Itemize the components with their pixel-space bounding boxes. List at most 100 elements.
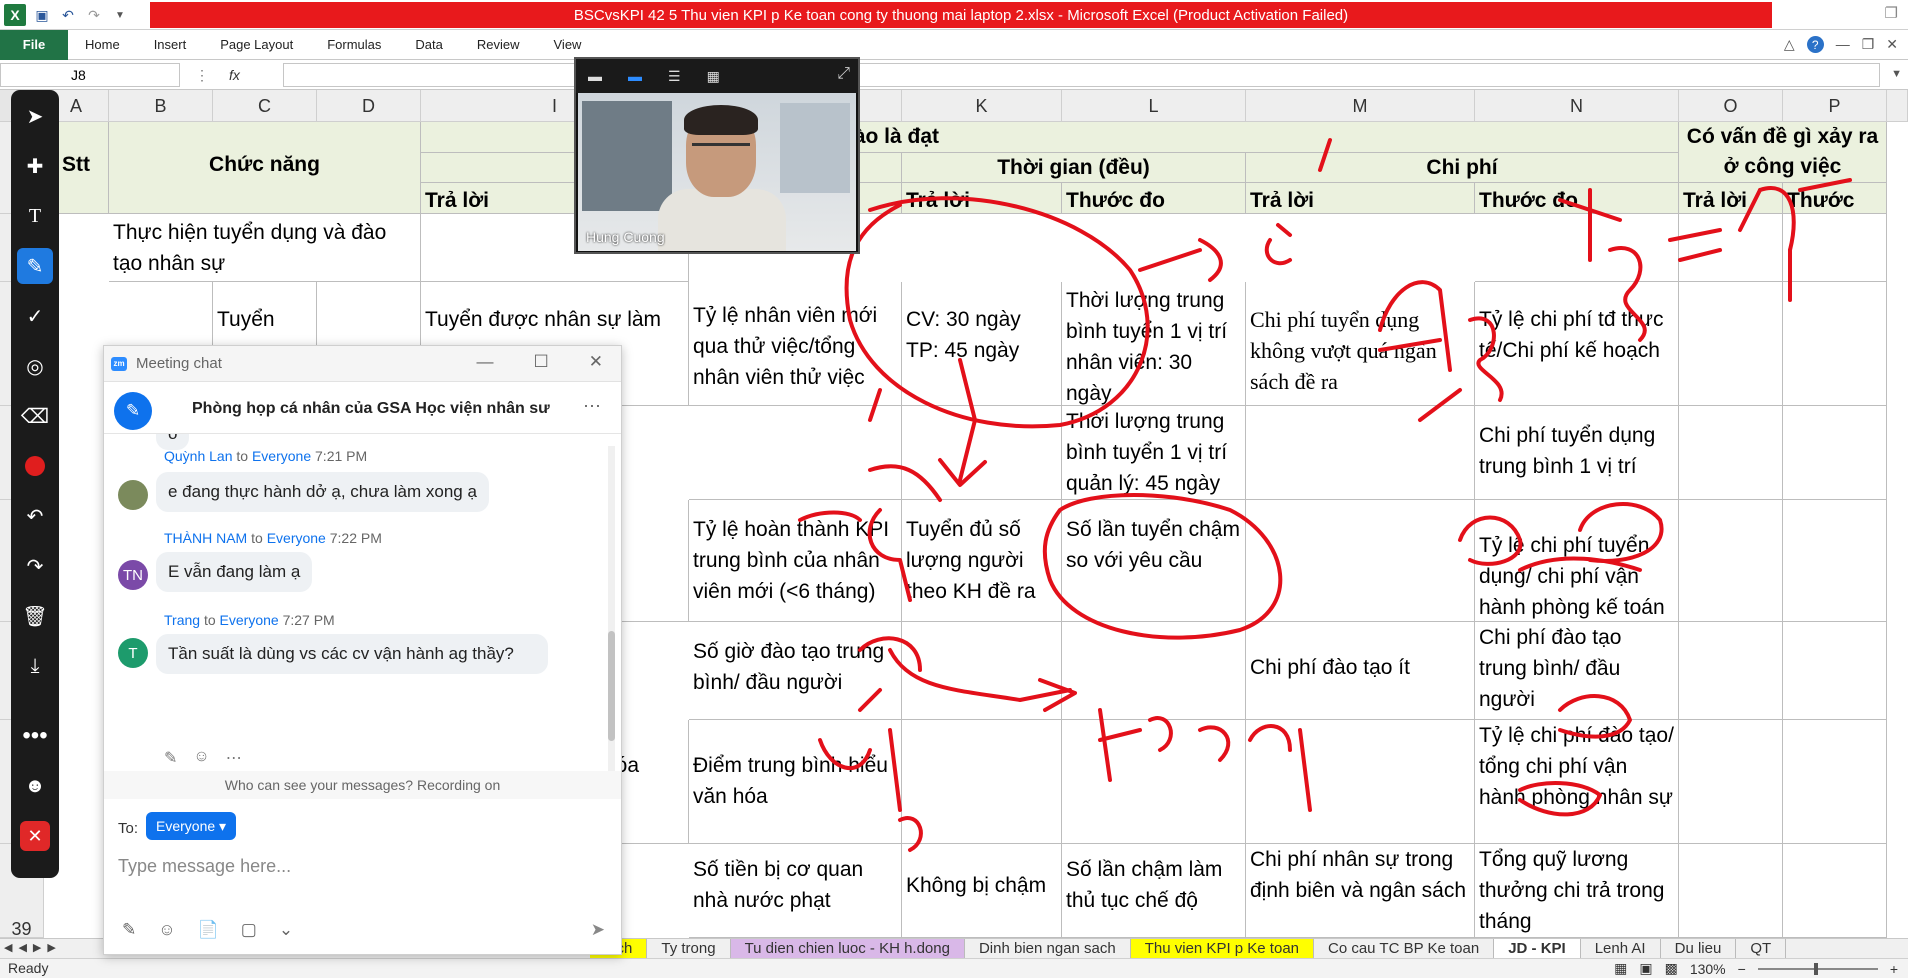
expand-formula-bar-icon[interactable]: ▼ bbox=[1891, 68, 1902, 80]
format-text-icon[interactable]: ✎ bbox=[122, 920, 136, 940]
room-more-icon[interactable]: ⋯ bbox=[583, 396, 601, 417]
page-layout-view-icon[interactable]: ▣ bbox=[1639, 960, 1652, 977]
cell-m-chi-phi-nhan-su[interactable]: Chi phí nhân sự trong định biên và ngân … bbox=[1246, 844, 1475, 938]
avatar[interactable]: TN bbox=[118, 560, 148, 590]
cell-l-so-lan-cham[interactable]: Số lần tuyển chậm so với yêu cầu bbox=[1062, 500, 1246, 622]
column-header-overflow[interactable] bbox=[1887, 90, 1908, 122]
column-header-l[interactable]: L bbox=[1062, 90, 1246, 122]
more-actions-icon[interactable]: ⋯ bbox=[226, 748, 242, 768]
tab-file[interactable]: File bbox=[0, 29, 68, 60]
cell[interactable] bbox=[1679, 844, 1783, 938]
minimize-video-icon[interactable]: ▬ bbox=[588, 68, 602, 84]
cell[interactable] bbox=[1783, 720, 1887, 844]
cell-j-so-gio-dao-tao[interactable]: Số giờ đào tạo trung bình/ đầu người bbox=[689, 622, 902, 720]
cell-thoi-gian-header[interactable]: Thời gian (đều) bbox=[902, 153, 1246, 183]
send-icon[interactable]: ➤ bbox=[591, 920, 605, 940]
redo-annotation-icon[interactable]: ↷ bbox=[17, 548, 53, 584]
file-icon[interactable]: 📄 bbox=[198, 920, 219, 940]
sheet-tab-ty-trong[interactable]: Ty trong bbox=[647, 939, 731, 959]
cell[interactable] bbox=[1246, 406, 1475, 500]
normal-view-icon[interactable]: ▦ bbox=[1614, 960, 1627, 977]
undo-icon[interactable]: ↶ bbox=[58, 5, 78, 25]
emoji-icon[interactable]: ☺ bbox=[158, 920, 175, 940]
cell[interactable] bbox=[1475, 214, 1679, 282]
cell-chi-phi-header[interactable]: Chi phí bbox=[1246, 153, 1679, 183]
message-input[interactable]: Type message here... bbox=[118, 856, 291, 877]
cell[interactable] bbox=[1783, 622, 1887, 720]
restore-window-icon[interactable]: ❐ bbox=[1885, 4, 1898, 22]
zoom-level[interactable]: 130% bbox=[1690, 961, 1726, 977]
formula-input[interactable] bbox=[283, 63, 1880, 87]
column-header-d[interactable]: D bbox=[317, 90, 421, 122]
tab-page-layout[interactable]: Page Layout bbox=[203, 30, 310, 60]
cell-thuoc-do-n[interactable]: Thước đo bbox=[1475, 183, 1679, 214]
cell-l-thoi-luong-ql[interactable]: Thời lượng trung bình tuyển 1 vị trí quả… bbox=[1062, 406, 1246, 500]
close-workbook-icon[interactable]: ✕ bbox=[1886, 36, 1898, 53]
redo-icon[interactable]: ↷ bbox=[84, 5, 104, 25]
insert-function-icon[interactable]: fx bbox=[229, 67, 240, 83]
cell-j-so-tien-phat[interactable]: Số tiền bị cơ quan nhà nước phạt bbox=[689, 844, 902, 938]
screenshot-icon[interactable]: ▢ bbox=[241, 920, 257, 940]
cell[interactable] bbox=[1783, 844, 1887, 938]
cell[interactable] bbox=[689, 406, 902, 500]
cell[interactable] bbox=[1679, 406, 1783, 500]
sheet-tab-thu-vien-kpi[interactable]: Thu vien KPI p Ke toan bbox=[1130, 939, 1314, 959]
restore-workbook-icon[interactable]: ❐ bbox=[1862, 36, 1875, 53]
cell[interactable] bbox=[1679, 500, 1783, 622]
minimize-workbook-icon[interactable]: — bbox=[1836, 36, 1850, 53]
checkmark-stamp-icon[interactable]: ✓ bbox=[17, 298, 53, 334]
zoom-in-icon[interactable]: + bbox=[1890, 961, 1898, 977]
cell[interactable] bbox=[1679, 720, 1783, 844]
eraser-icon[interactable]: ⌫ bbox=[17, 398, 53, 434]
cell[interactable] bbox=[902, 720, 1062, 844]
column-header-p[interactable]: P bbox=[1783, 90, 1887, 122]
cell-j-ty-le-kpi[interactable]: Tỷ lệ hoàn thành KPI trung bình của nhân… bbox=[689, 500, 902, 622]
sheet-tab-dinh-bien-ngan-sach[interactable]: Dinh bien ngan sach bbox=[965, 939, 1131, 959]
tab-insert[interactable]: Insert bbox=[137, 30, 204, 60]
cell-tra-loi-o[interactable]: Trả lời bbox=[1679, 183, 1783, 214]
cell-thuoc-do-p[interactable]: Thước đo bbox=[1783, 183, 1887, 214]
text-tool-icon[interactable]: T bbox=[17, 198, 53, 234]
expand-video-icon[interactable]: ⤢ bbox=[837, 65, 850, 83]
sheet-tab-qt[interactable]: QT bbox=[1736, 939, 1787, 959]
more-tools-chevron-icon[interactable]: ⌄ bbox=[279, 920, 293, 940]
collapse-ribbon-icon[interactable]: △ bbox=[1784, 36, 1795, 53]
avatar[interactable] bbox=[118, 480, 148, 510]
cell[interactable] bbox=[902, 622, 1062, 720]
close-chat-icon[interactable]: ✕ bbox=[589, 352, 603, 372]
minimize-chat-icon[interactable]: — bbox=[477, 352, 494, 372]
select-pointer-icon[interactable]: ➤ bbox=[17, 98, 53, 134]
sheet-tab-du-lieu[interactable]: Du lieu bbox=[1661, 939, 1737, 959]
cell[interactable] bbox=[1783, 500, 1887, 622]
save-icon[interactable]: ▣ bbox=[32, 5, 52, 25]
emoji-reaction-icon[interactable]: ☺ bbox=[193, 748, 209, 768]
cell[interactable] bbox=[1679, 282, 1783, 406]
cell[interactable] bbox=[1062, 622, 1246, 720]
cell-n-chi-phi-dao-tao-tb[interactable]: Chi phí đào tạo trung bình/ đầu người bbox=[1475, 622, 1679, 720]
sheet-tab-co-cau-tc[interactable]: Co cau TC BP Ke toan bbox=[1314, 939, 1495, 959]
cell[interactable] bbox=[1783, 406, 1887, 500]
cell[interactable] bbox=[1783, 282, 1887, 406]
maximize-chat-icon[interactable]: ☐ bbox=[534, 352, 549, 372]
cell[interactable] bbox=[1062, 720, 1246, 844]
cell-co-van-de-header[interactable]: Có vấn đề gì xảy ra ở công việc bbox=[1679, 122, 1887, 183]
help-icon[interactable]: ? bbox=[1806, 36, 1824, 53]
column-header-b[interactable]: B bbox=[109, 90, 213, 122]
customize-qat-icon[interactable]: ▼ bbox=[110, 5, 130, 25]
more-options-icon[interactable]: ••• bbox=[17, 718, 53, 754]
color-picker-icon[interactable] bbox=[17, 448, 53, 484]
clear-annotations-icon[interactable]: 🗑 bbox=[17, 598, 53, 634]
annotator-name-icon[interactable]: ☻ bbox=[17, 768, 53, 804]
speaker-view-icon[interactable]: ▬ bbox=[628, 68, 642, 84]
cell-n-ty-le-chi-phi[interactable]: Tỷ lệ chi phí tđ thực tế/Chi phí kế hoạc… bbox=[1475, 282, 1679, 406]
cell-k-khong-bi-cham[interactable]: Không bị chậm bbox=[902, 844, 1062, 938]
sheet-tab-tu-dien-chien-luoc[interactable]: Tu dien chien luoc - KH h.dong bbox=[730, 939, 965, 959]
cell-tra-loi-k[interactable]: Trả lời bbox=[902, 183, 1062, 214]
cell[interactable] bbox=[1679, 214, 1783, 282]
chat-messages[interactable]: o Quỳnh Lan to Everyone 7:21 PM e đang t… bbox=[104, 434, 610, 771]
cell-l-so-lan-cham-thu-tuc[interactable]: Số lần chậm làm thủ tục chế độ bbox=[1062, 844, 1246, 938]
reply-icon[interactable]: ✎ bbox=[164, 748, 177, 768]
cell[interactable] bbox=[1246, 500, 1475, 622]
column-header-k[interactable]: K bbox=[902, 90, 1062, 122]
tab-data[interactable]: Data bbox=[398, 30, 459, 60]
